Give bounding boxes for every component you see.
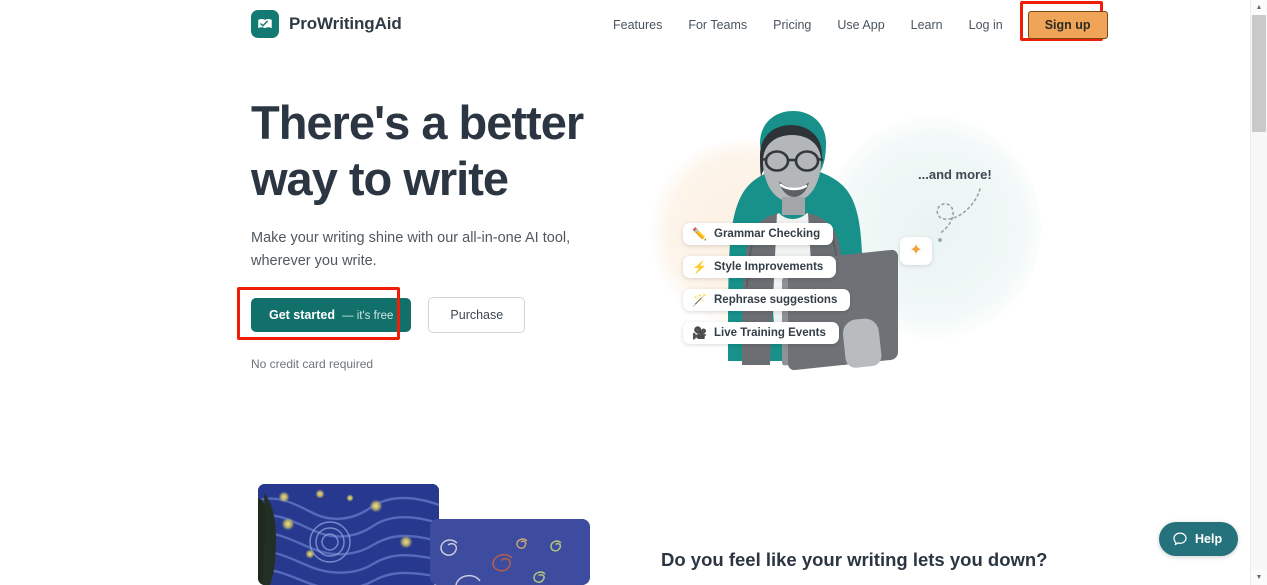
and-more-annotation: ...and more!: [918, 167, 992, 182]
feature-chip-label: Live Training Events: [714, 327, 826, 339]
hero-copy: There's a better way to write Make your …: [251, 95, 611, 273]
purchase-button[interactable]: Purchase: [428, 297, 526, 333]
feature-chip-label: Rephrase suggestions: [714, 294, 838, 306]
feature-chip-label: Style Improvements: [714, 261, 824, 273]
book-check-icon: [251, 10, 279, 38]
hero-illustration: ✦ ...and more! ✏️ Grammar Checking ⚡ Sty…: [636, 85, 1041, 385]
nav-link-log-in[interactable]: Log in: [956, 9, 1016, 41]
feature-chip-rephrase-suggestions[interactable]: 🪄 Rephrase suggestions: [683, 289, 851, 311]
main-navigation: Features For Teams Pricing Use App Learn…: [600, 1, 1108, 41]
site-header: ProWritingAid Features For Teams Pricing…: [0, 0, 1250, 50]
get-started-free-suffix: — it's free: [342, 310, 394, 322]
blue-doodle-panel: [430, 519, 590, 585]
signup-button-wrapper: Sign up: [1019, 1, 1108, 41]
magic-wand-icon: 🪄: [692, 293, 707, 307]
nav-link-features[interactable]: Features: [600, 9, 675, 41]
page-title: There's a better way to write: [251, 95, 611, 207]
nav-link-pricing[interactable]: Pricing: [760, 9, 824, 41]
browser-page: ProWritingAid Features For Teams Pricing…: [0, 0, 1267, 585]
brand-name: ProWritingAid: [289, 14, 402, 33]
pencil-icon: ✏️: [692, 227, 707, 241]
get-started-label: Get started: [269, 308, 335, 322]
nav-link-learn[interactable]: Learn: [898, 9, 956, 41]
movie-camera-icon: 🎥: [692, 326, 707, 340]
vertical-scrollbar[interactable]: ▲ ▼: [1250, 0, 1267, 585]
curly-arrow-icon: [936, 188, 981, 242]
chat-bubble-icon: [1173, 532, 1187, 546]
nav-link-for-teams[interactable]: For Teams: [675, 9, 760, 41]
scrollbar-track[interactable]: [1251, 15, 1267, 570]
feature-chip-label: Grammar Checking: [714, 228, 821, 240]
starry-night-painting: [258, 484, 439, 585]
lightning-bolt-icon: ⚡: [692, 260, 707, 274]
feature-chip-list: ✏️ Grammar Checking ⚡ Style Improvements…: [683, 223, 851, 344]
feature-chip-style-improvements[interactable]: ⚡ Style Improvements: [683, 256, 837, 278]
get-started-button[interactable]: Get started — it's free: [251, 298, 412, 332]
signup-button[interactable]: Sign up: [1027, 11, 1108, 39]
feature-chip-live-training-events[interactable]: 🎥 Live Training Events: [683, 322, 839, 344]
page-viewport: ProWritingAid Features For Teams Pricing…: [0, 0, 1250, 585]
scroll-down-arrow-icon[interactable]: ▼: [1251, 570, 1267, 585]
hero-subtitle: Make your writing shine with our all-in-…: [251, 230, 571, 269]
hero-title-line-2: way to write: [251, 152, 509, 205]
nav-link-use-app[interactable]: Use App: [824, 9, 897, 41]
help-widget-label: Help: [1195, 532, 1223, 546]
hero-cta-row: Get started — it's free Purchase: [237, 287, 526, 340]
help-widget-button[interactable]: Help: [1159, 522, 1239, 556]
section-heading: Do you feel like your writing lets you d…: [661, 549, 1048, 570]
feature-chip-grammar-checking[interactable]: ✏️ Grammar Checking: [683, 223, 834, 245]
scroll-up-arrow-icon[interactable]: ▲: [1251, 0, 1267, 15]
scrollbar-thumb[interactable]: [1252, 15, 1266, 132]
brand-logo[interactable]: ProWritingAid: [251, 10, 402, 38]
no-credit-card-note: No credit card required: [251, 357, 374, 371]
hero-title-line-1: There's a better: [251, 96, 584, 149]
